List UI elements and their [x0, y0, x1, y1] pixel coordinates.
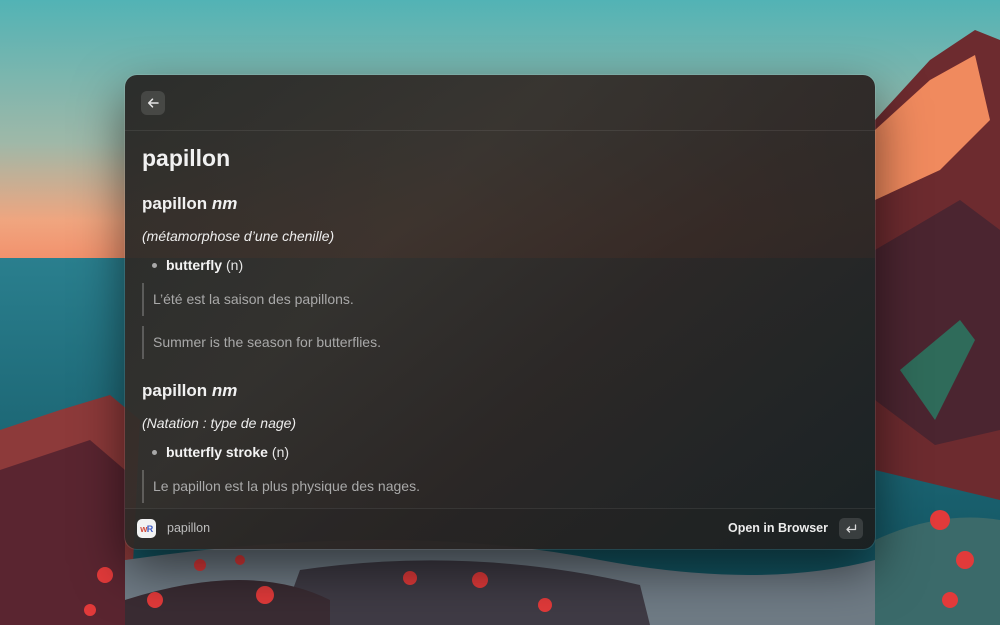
footer-title: papillon	[167, 521, 211, 535]
action-bar: wR papillon Open in Browser	[125, 508, 875, 549]
definition-content[interactable]: papillon papillon nm (métamorphose d’une…	[125, 131, 875, 508]
entry-heading: papillon nm	[142, 381, 237, 401]
arrow-left-icon	[147, 98, 159, 108]
entry-heading: papillon nm	[142, 194, 237, 214]
translation-term: butterfly stroke	[166, 444, 268, 460]
bullet-icon	[152, 262, 157, 268]
headword: papillon	[142, 381, 208, 400]
example-sentence: Le papillon est la plus physique des nag…	[142, 470, 742, 503]
entry-context: (métamorphose d’une chenille)	[142, 228, 335, 244]
window-toolbar	[125, 75, 875, 131]
wordreference-icon: wR	[137, 519, 156, 538]
back-button[interactable]	[141, 91, 165, 115]
translation-pos: (n)	[271, 444, 290, 460]
translation-pos: (n)	[226, 257, 244, 273]
translation-item: butterfly stroke (n)	[152, 444, 289, 460]
example-sentence: Summer is the season for butterflies.	[142, 326, 742, 359]
translation-item: butterfly (n)	[152, 257, 243, 273]
part-of-speech: nm	[211, 381, 238, 400]
bullet-icon	[152, 449, 157, 455]
return-key-icon[interactable]	[839, 518, 863, 539]
headword: papillon	[142, 194, 208, 213]
page-title: papillon	[142, 145, 231, 171]
dictionary-window: papillon papillon nm (métamorphose d’une…	[125, 75, 875, 549]
translation-term: butterfly	[166, 257, 222, 273]
part-of-speech: nm	[211, 194, 238, 213]
example-sentence: L’été est la saison des papillons.	[142, 283, 742, 316]
open-in-browser-button[interactable]: Open in Browser	[728, 521, 828, 535]
entry-context: (Natation : type de nage)	[142, 415, 297, 431]
